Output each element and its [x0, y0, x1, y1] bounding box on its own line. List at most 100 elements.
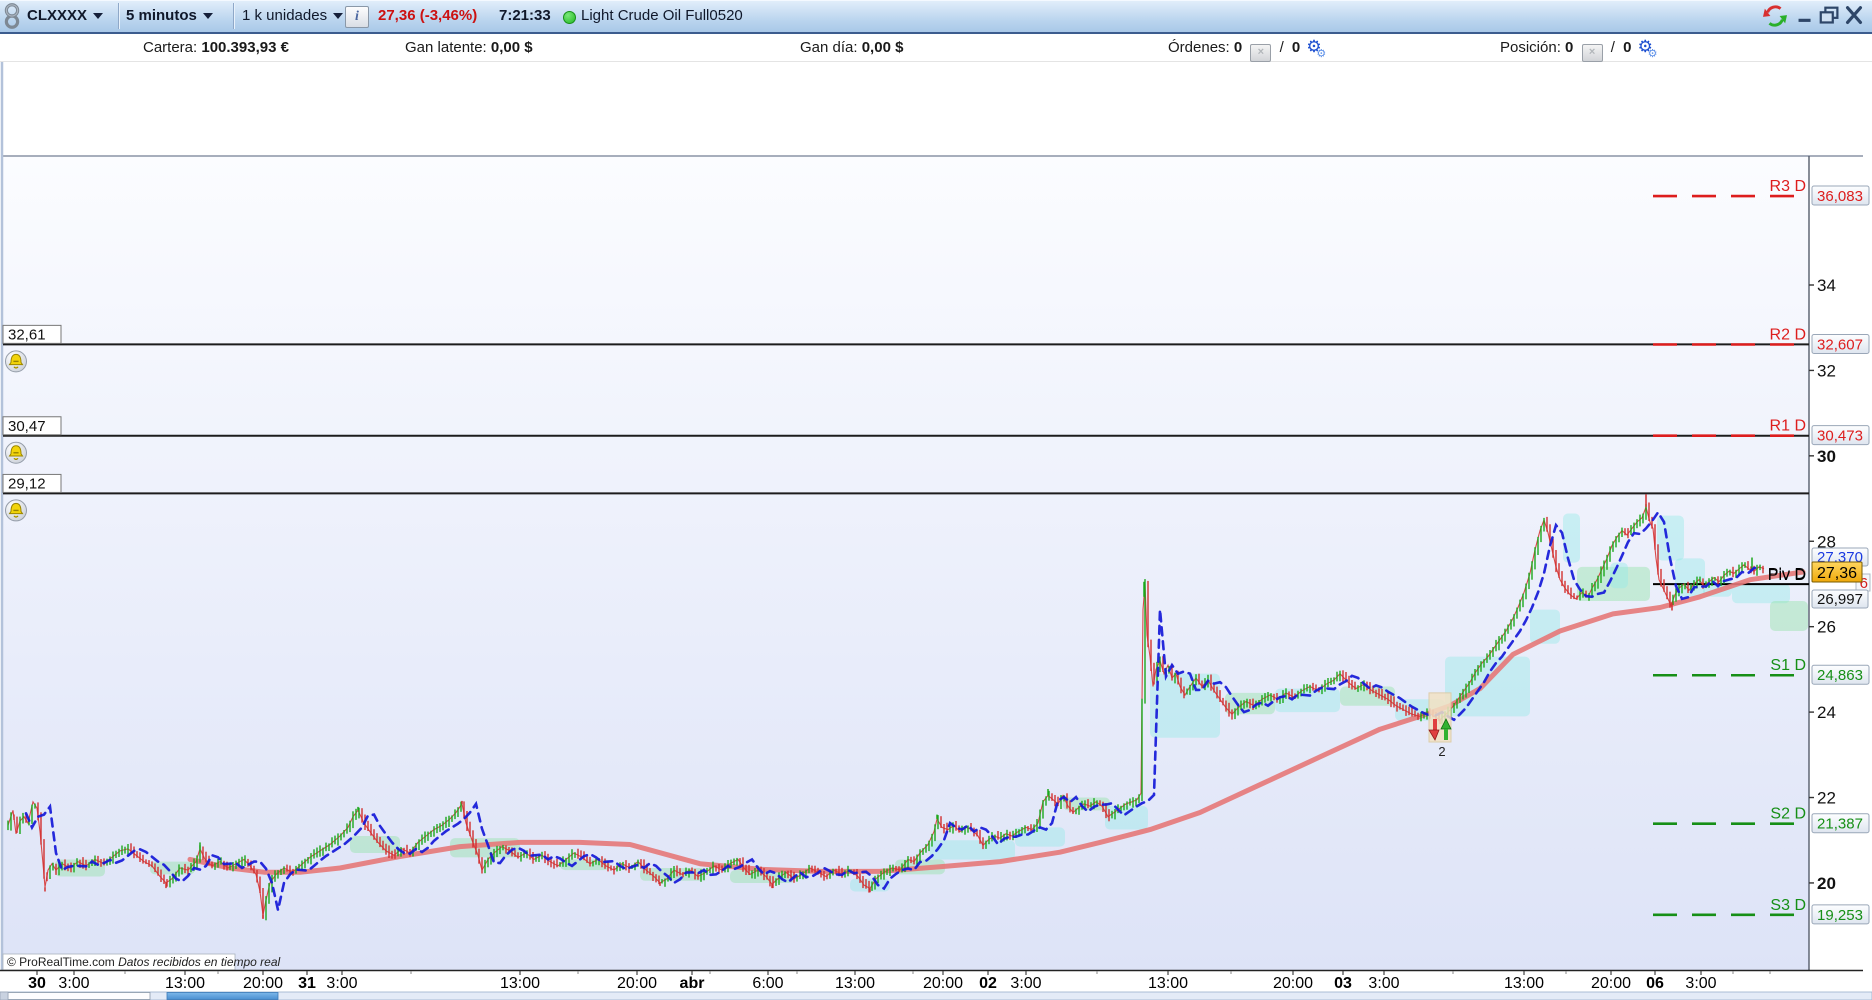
svg-text:20:00: 20:00 — [1591, 975, 1631, 992]
svg-text:29,12: 29,12 — [8, 475, 46, 492]
svg-text:06: 06 — [1646, 975, 1664, 992]
position-label: Posición: — [1500, 39, 1561, 56]
copyright-note: © ProRealTime.com Datos recibidos en tie… — [2, 953, 281, 971]
svg-text:13:00: 13:00 — [1504, 975, 1544, 992]
svg-text:32,61: 32,61 — [8, 326, 46, 343]
svg-text:24: 24 — [1817, 703, 1836, 722]
svg-text:30,47: 30,47 — [8, 418, 46, 435]
connection-status-icon — [563, 11, 576, 24]
close-button[interactable] — [1843, 4, 1865, 28]
svg-text:3:00: 3:00 — [1010, 975, 1041, 992]
chart-area[interactable]: R3 D R2 D R1 D Piv D S1 D S2 D S3 D 2 32,61 30,… — [0, 62, 1872, 1000]
last-update-time: 7:21:33 — [499, 7, 551, 24]
instrument-selector[interactable]: CLXXXX — [27, 0, 104, 32]
svg-text:S1 D: S1 D — [1770, 657, 1806, 674]
scrollbar-segment[interactable] — [7, 992, 151, 1000]
svg-text:26,997: 26,997 — [1817, 591, 1863, 608]
orders-count2: 0 — [1291, 39, 1301, 56]
svg-text:R2 D: R2 D — [1770, 326, 1806, 343]
orders-slash: / — [1279, 39, 1284, 56]
latent-gain-value: 0,00 $ — [490, 39, 533, 56]
alert-bell-icon[interactable] — [5, 499, 27, 522]
svg-text:30: 30 — [28, 975, 46, 992]
orders-count: 0 — [1233, 39, 1243, 56]
svg-text:S2 D: S2 D — [1770, 806, 1806, 823]
quantity-selector[interactable]: 1 k unidades — [242, 0, 344, 32]
minimize-button[interactable] — [1796, 4, 1814, 28]
svg-text:20:00: 20:00 — [1273, 975, 1313, 992]
svg-text:3:00: 3:00 — [1368, 975, 1399, 992]
svg-text:21,387: 21,387 — [1817, 816, 1863, 833]
close-position-icon[interactable]: × — [1581, 44, 1603, 62]
instrument-name: Light Crude Oil Full0520 — [581, 7, 743, 24]
svg-text:Piv D: Piv D — [1768, 567, 1806, 584]
svg-text:22: 22 — [1817, 789, 1836, 808]
svg-text:24,863: 24,863 — [1817, 667, 1863, 684]
chevron-down-icon — [93, 13, 104, 20]
portfolio-label: Cartera: — [143, 39, 198, 56]
svg-text:30,473: 30,473 — [1817, 428, 1863, 445]
svg-text:3:00: 3:00 — [326, 975, 357, 992]
svg-text:13:00: 13:00 — [1148, 975, 1188, 992]
chevron-down-icon — [202, 13, 213, 20]
svg-text:6:00: 6:00 — [752, 975, 783, 992]
svg-text:13:00: 13:00 — [165, 975, 205, 992]
scrollbar-thumb[interactable] — [166, 992, 279, 1000]
position-count2: 0 — [1623, 39, 1632, 56]
refresh-icon[interactable] — [1761, 4, 1789, 28]
position-field: Posición: 0 × / 0 ⚙ ⚙ — [1500, 34, 1662, 62]
svg-text:R1 D: R1 D — [1770, 418, 1806, 435]
title-bar: CLXXXX 5 minutos 1 k unidades i 27,36 (-… — [0, 0, 1872, 34]
position-settings-gear-icon[interactable]: ⚙ ⚙ — [1638, 36, 1662, 60]
last-price-change: 27,36 (-3,46%) — [378, 7, 478, 24]
horizontal-scrollbar[interactable] — [0, 991, 1872, 1000]
cancel-orders-icon[interactable]: × — [1250, 44, 1272, 62]
position-count: 0 — [1565, 39, 1574, 56]
svg-text:abr: abr — [680, 975, 705, 992]
portfolio-field: Cartera: 100.393,93 € — [143, 34, 289, 61]
separator — [233, 3, 234, 29]
svg-text:26: 26 — [1817, 618, 1836, 637]
prorealtime-window: { "toolbar": { "instrument": "CLXXXX", "… — [0, 0, 1872, 1000]
position-slash: / — [1610, 39, 1615, 56]
latent-gain-field: Gan latente: 0,00 $ — [405, 34, 533, 61]
day-gain-value: 0,00 $ — [861, 39, 904, 56]
svg-text:2: 2 — [1438, 744, 1445, 759]
svg-text:27,36: 27,36 — [1817, 565, 1857, 582]
svg-text:31: 31 — [298, 975, 316, 992]
portfolio-value: 100.393,93 € — [201, 39, 289, 56]
svg-text:20:00: 20:00 — [243, 975, 283, 992]
svg-text:36,083: 36,083 — [1817, 188, 1863, 205]
svg-text:© ProRealTime.com Datos recibi: © ProRealTime.com Datos recibidos en tie… — [7, 955, 281, 969]
svg-text:20:00: 20:00 — [923, 975, 963, 992]
svg-text:20:00: 20:00 — [617, 975, 657, 992]
svg-text:34: 34 — [1817, 276, 1836, 295]
alert-bell-icon[interactable] — [5, 441, 27, 464]
svg-text:S3 D: S3 D — [1770, 897, 1806, 914]
orders-field: Órdenes: 0 × / 0 ⚙ ⚙ — [1168, 34, 1330, 62]
svg-text:03: 03 — [1334, 975, 1352, 992]
time-axis: 30 3:00 13:00 20:00 31 3:00 13:00 20:00 abr 6:00 1… — [0, 969, 1872, 992]
svg-text:32,607: 32,607 — [1817, 336, 1863, 353]
restore-window-button[interactable] — [1818, 4, 1842, 28]
svg-text:20: 20 — [1817, 874, 1836, 893]
svg-text:13:00: 13:00 — [835, 975, 875, 992]
chevron-down-icon — [333, 13, 344, 20]
orders-label: Órdenes: — [1168, 39, 1230, 56]
separator — [118, 3, 119, 29]
orders-settings-gear-icon[interactable]: ⚙ ⚙ — [1306, 36, 1330, 60]
day-gain-field: Gan día: 0,00 $ — [800, 34, 903, 61]
svg-text:3:00: 3:00 — [1685, 975, 1716, 992]
svg-text:3:00: 3:00 — [58, 975, 89, 992]
latent-gain-label: Gan latente: — [405, 39, 487, 56]
svg-text:32: 32 — [1817, 361, 1836, 380]
account-status-bar: Cartera: 100.393,93 € Gan latente: 0,00 … — [0, 34, 1872, 62]
info-icon[interactable]: i — [345, 6, 369, 28]
alert-bell-icon[interactable] — [5, 350, 27, 373]
svg-text:02: 02 — [979, 975, 997, 992]
svg-text:13:00: 13:00 — [500, 975, 540, 992]
link-chain-icon[interactable] — [1, 1, 23, 31]
timeframe-selector[interactable]: 5 minutos — [126, 0, 213, 32]
svg-text:R3 D: R3 D — [1770, 178, 1806, 195]
svg-text:30: 30 — [1817, 447, 1836, 466]
